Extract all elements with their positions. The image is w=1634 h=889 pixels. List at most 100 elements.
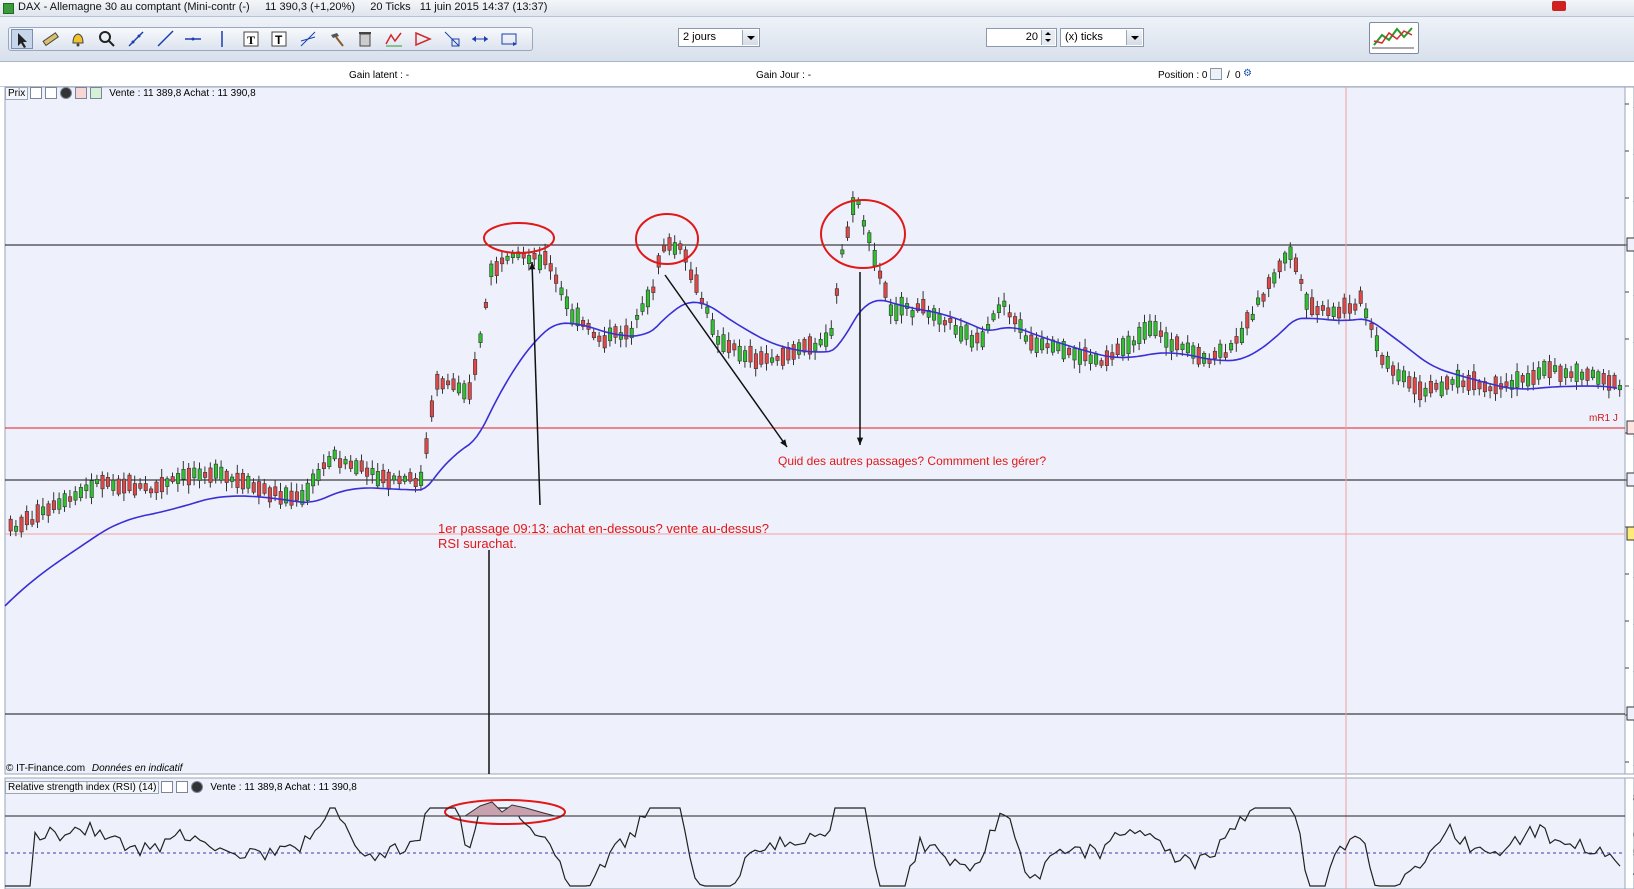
candle (1104, 350, 1109, 366)
candle (375, 471, 380, 487)
candle (240, 473, 245, 490)
candle (467, 382, 472, 400)
price-chart[interactable]: 1111111111111118654 (0, 0, 1634, 889)
move-up-icon[interactable] (90, 87, 103, 99)
candle (1320, 305, 1325, 311)
candle (105, 477, 110, 487)
candle (1013, 316, 1018, 325)
candle (1072, 348, 1077, 361)
wrench-icon[interactable] (161, 781, 174, 793)
rsi-quote: Vente : 11 389,8 Achat : 11 390,8 (210, 781, 357, 793)
candle (570, 309, 575, 325)
candle (932, 308, 937, 321)
candle (348, 460, 353, 469)
candle (1461, 380, 1466, 388)
candle (1310, 297, 1315, 316)
candle (608, 327, 613, 342)
candle (840, 249, 845, 255)
candle (986, 324, 991, 331)
candle (1418, 381, 1423, 401)
candle (705, 306, 710, 314)
candle (770, 357, 775, 363)
annotation-first: 1er passage 09:13: achat en-dessous? ven… (438, 521, 770, 536)
candle (505, 255, 510, 261)
close-icon[interactable] (191, 781, 204, 793)
candle (1526, 373, 1531, 387)
candle (948, 317, 953, 323)
candle (203, 472, 208, 478)
candle (991, 313, 996, 321)
close-icon[interactable] (60, 87, 73, 99)
candle (138, 483, 143, 489)
candle (1585, 368, 1590, 381)
candle (1391, 365, 1396, 376)
candle (370, 467, 375, 475)
candle (1380, 355, 1385, 365)
candle (392, 475, 397, 481)
candle (1401, 370, 1406, 383)
candle (1347, 303, 1352, 314)
window-icon[interactable] (45, 87, 58, 99)
candle (381, 469, 386, 484)
footer-credit: © IT-Finance.com Données en indicatif (6, 763, 182, 774)
candle (564, 296, 569, 310)
candle (845, 226, 850, 238)
candle (1185, 342, 1190, 354)
candle (1169, 339, 1174, 352)
candle (413, 478, 418, 488)
candle (46, 503, 51, 516)
candle (1358, 290, 1363, 304)
candle (1542, 360, 1547, 376)
candle (1115, 343, 1120, 356)
candle (246, 475, 251, 489)
axis-marker (1626, 472, 1634, 487)
candle (478, 333, 483, 343)
candle (910, 310, 915, 318)
candle (451, 378, 456, 391)
candle (1331, 306, 1336, 317)
candle (1563, 368, 1568, 378)
candle (1369, 322, 1374, 330)
candle (111, 479, 116, 491)
candle (1094, 353, 1099, 365)
candle (1558, 365, 1563, 382)
axis-marker (1626, 706, 1634, 721)
candle (834, 288, 839, 296)
candle (262, 483, 267, 494)
candle (51, 500, 56, 510)
candle (446, 380, 451, 386)
candle (192, 467, 197, 479)
candle (872, 249, 877, 267)
candle (165, 478, 170, 487)
axis-marker (1626, 526, 1634, 541)
candle (24, 511, 29, 526)
candle (473, 359, 478, 375)
candle (1574, 363, 1579, 382)
candle (996, 304, 1001, 313)
window-icon[interactable] (176, 781, 189, 793)
candle (1315, 306, 1320, 316)
candle (883, 282, 888, 298)
wrench-icon[interactable] (30, 87, 43, 99)
candle (548, 263, 553, 272)
candle (1590, 369, 1595, 379)
candle (1018, 319, 1023, 333)
move-down-icon[interactable] (75, 87, 88, 99)
axis-marker (1626, 237, 1634, 252)
candle (710, 319, 715, 335)
candle (1553, 365, 1558, 372)
candle (1536, 367, 1541, 380)
candle (1445, 376, 1450, 390)
candle (613, 326, 618, 338)
rsi-label: Relative strength index (RSI) (14) (5, 780, 160, 794)
candle (1256, 297, 1261, 305)
candle (1601, 373, 1606, 385)
candle (186, 467, 191, 486)
candle (1547, 361, 1552, 379)
candle (100, 474, 105, 490)
candle (662, 244, 667, 252)
candle (122, 478, 127, 494)
copyright: © IT-Finance.com (6, 763, 86, 774)
candle (273, 486, 278, 496)
candle (1121, 338, 1126, 356)
